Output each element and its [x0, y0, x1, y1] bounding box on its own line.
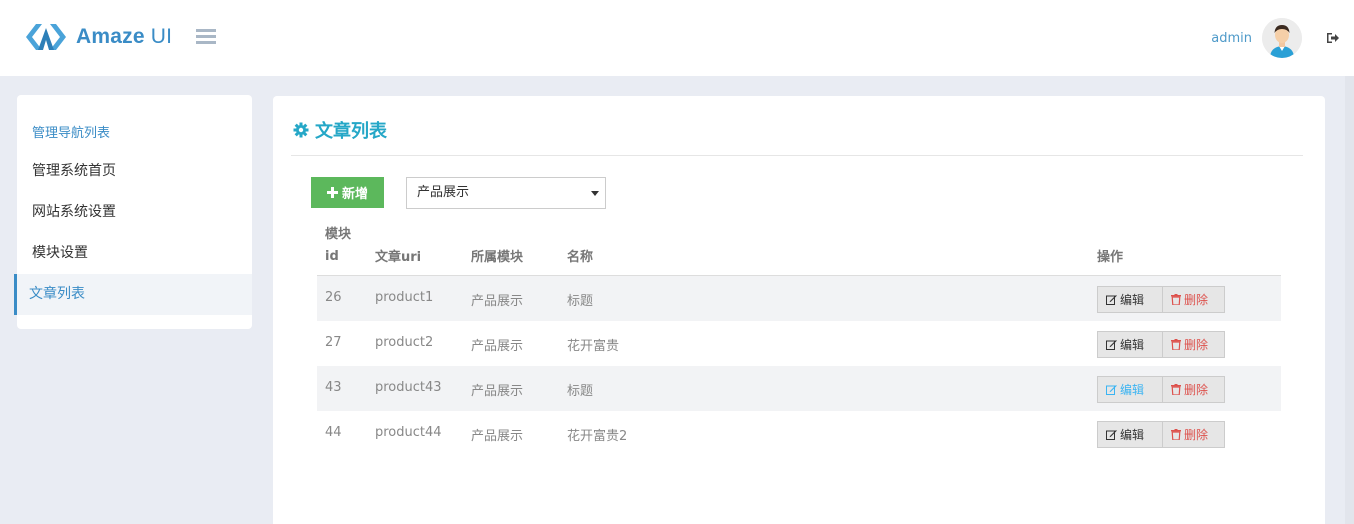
- sidebar-title: 管理导航列表: [32, 126, 111, 141]
- edit-label: 编辑: [1120, 293, 1145, 307]
- user-menu[interactable]: admin: [1211, 18, 1302, 58]
- main-panel: 文章列表 新增 产品展示 模块 id 文章uri 所属模块 名称 操作 26 p…: [273, 96, 1325, 524]
- cell-uri: product44: [375, 425, 442, 440]
- delete-button[interactable]: 删除: [1163, 421, 1225, 448]
- cell-uri: product1: [375, 290, 434, 305]
- edit-button[interactable]: 编辑: [1097, 421, 1163, 448]
- logo-sub-text: UI: [150, 25, 173, 48]
- row-actions: 编辑 删除: [1097, 286, 1225, 313]
- cell-name: 标题: [567, 294, 594, 309]
- col-header-module: 所属模块: [471, 250, 524, 265]
- page-title-text: 文章列表: [315, 121, 387, 142]
- cell-id: 27: [325, 335, 342, 350]
- delete-label: 删除: [1184, 293, 1209, 307]
- trash-icon: [1171, 384, 1181, 395]
- cell-uri: product2: [375, 335, 434, 350]
- sign-out-icon[interactable]: [1326, 31, 1340, 45]
- delete-button[interactable]: 删除: [1163, 331, 1225, 358]
- edit-button[interactable]: 编辑: [1097, 286, 1163, 313]
- edit-label: 编辑: [1120, 383, 1145, 397]
- cell-name: 标题: [567, 384, 594, 399]
- module-select-value: 产品展示: [417, 185, 470, 200]
- cell-id: 43: [325, 380, 342, 395]
- cell-module: 产品展示: [471, 429, 524, 444]
- cell-uri: product43: [375, 380, 442, 395]
- user-name[interactable]: admin: [1211, 31, 1252, 46]
- trash-icon: [1171, 339, 1181, 350]
- table-row: 44 product44 产品展示 花开富贵2 编辑 删除: [317, 411, 1281, 456]
- amaze-logo-icon: [26, 24, 66, 50]
- cell-module: 产品展示: [471, 294, 524, 309]
- pencil-square-icon: [1106, 385, 1117, 395]
- pencil-square-icon: [1106, 340, 1117, 350]
- edit-label: 编辑: [1120, 338, 1145, 352]
- trash-icon: [1171, 429, 1181, 440]
- add-button-label: 新增: [341, 186, 368, 201]
- delete-label: 删除: [1184, 383, 1209, 397]
- trash-icon: [1171, 294, 1181, 305]
- pencil-square-icon: [1106, 295, 1117, 305]
- table-row: 26 product1 产品展示 标题 编辑 删除: [317, 276, 1281, 321]
- delete-label: 删除: [1184, 428, 1209, 442]
- delete-label: 删除: [1184, 338, 1209, 352]
- gear-icon: [293, 122, 309, 138]
- edit-button[interactable]: 编辑: [1097, 376, 1163, 403]
- cell-id: 26: [325, 290, 342, 305]
- table-row: 27 product2 产品展示 花开富贵 编辑 删除: [317, 321, 1281, 366]
- list-icon[interactable]: [196, 29, 216, 45]
- add-button[interactable]: 新增: [311, 177, 384, 208]
- row-actions: 编辑 删除: [1097, 376, 1225, 403]
- table-row: 43 product43 产品展示 标题 编辑 删除: [317, 366, 1281, 411]
- article-table: 模块 id 文章uri 所属模块 名称 操作 26 product1 产品展示 …: [317, 224, 1281, 456]
- row-actions: 编辑 删除: [1097, 331, 1225, 358]
- divider: [291, 155, 1303, 156]
- page-title: 文章列表: [293, 117, 387, 143]
- cell-module: 产品展示: [471, 384, 524, 399]
- module-select[interactable]: 产品展示: [406, 177, 606, 209]
- sidebar-item-home[interactable]: 管理系统首页: [17, 151, 252, 192]
- sidebar: 管理导航列表 管理系统首页 网站系统设置 模块设置 文章列表: [14, 95, 252, 329]
- sidebar-item-module-settings[interactable]: 模块设置: [17, 233, 252, 274]
- delete-button[interactable]: 删除: [1163, 286, 1225, 313]
- cell-name: 花开富贵2: [567, 429, 628, 444]
- avatar[interactable]: [1262, 18, 1302, 58]
- logo-main-text: Amaze: [76, 25, 145, 48]
- pencil-square-icon: [1106, 430, 1117, 440]
- col-header-ops: 操作: [1097, 250, 1124, 265]
- col-header-id: 模块 id: [325, 224, 351, 268]
- caret-down-icon: [591, 191, 599, 196]
- cell-id: 44: [325, 425, 342, 440]
- sidebar-item-site-settings[interactable]: 网站系统设置: [17, 192, 252, 233]
- logo-text: Amaze UI: [76, 25, 172, 49]
- col-header-id-top: 模块: [325, 227, 352, 242]
- col-header-uri: 文章uri: [375, 250, 422, 265]
- sidebar-item-article-list[interactable]: 文章列表: [14, 274, 252, 315]
- cell-module: 产品展示: [471, 339, 524, 354]
- cell-name: 花开富贵: [567, 339, 620, 354]
- row-actions: 编辑 删除: [1097, 421, 1225, 448]
- delete-button[interactable]: 删除: [1163, 376, 1225, 403]
- col-header-name: 名称: [567, 250, 594, 265]
- logo[interactable]: Amaze UI: [24, 22, 172, 52]
- edit-button[interactable]: 编辑: [1097, 331, 1163, 358]
- col-header-id-bottom: id: [325, 249, 339, 264]
- top-header: Amaze UI admin: [0, 0, 1354, 76]
- edit-label: 编辑: [1120, 428, 1145, 442]
- table-header: 模块 id 文章uri 所属模块 名称 操作: [317, 224, 1281, 276]
- scrollbar[interactable]: [1345, 76, 1354, 524]
- plus-icon: [326, 187, 338, 198]
